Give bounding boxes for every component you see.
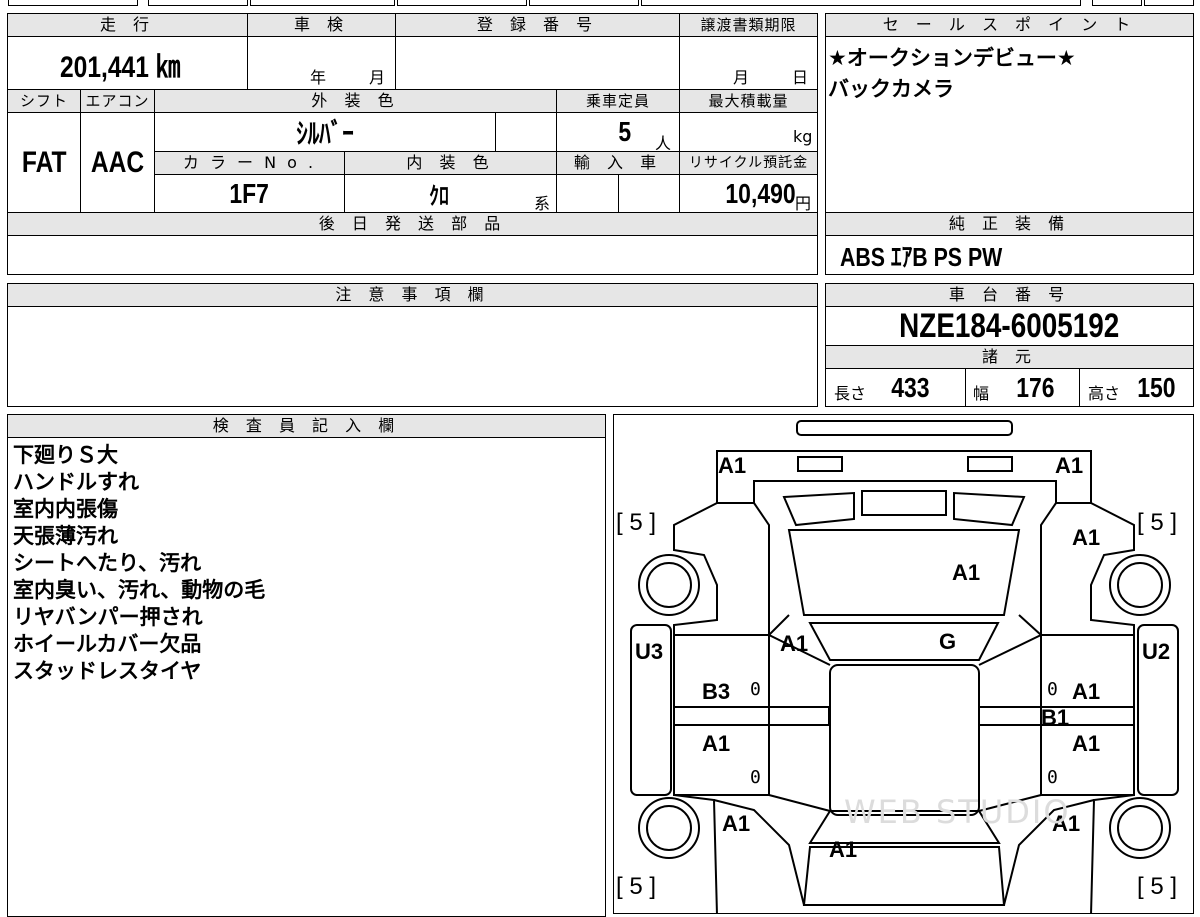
shift-header: シフト — [7, 89, 81, 113]
mark-quarter-left: A1 — [722, 811, 751, 836]
mileage-value: 201,441 ㎞ — [60, 51, 181, 84]
recycle-deposit-value: 10,490 — [725, 177, 796, 209]
door-handle-mark: 0 — [750, 679, 761, 700]
mark-sill-right: B1 — [1041, 705, 1070, 730]
inspector-line: ホイールカバー欠品 — [13, 632, 202, 656]
transfer-deadline-header: 譲渡書類期限 — [679, 13, 818, 37]
capacity-value: 5 — [618, 116, 632, 147]
tire-front-left: [ 5 ] — [616, 509, 657, 536]
height-label: 高さ — [1088, 384, 1121, 403]
car-outline — [630, 420, 1179, 913]
aircon-value: AAC — [90, 145, 145, 179]
inspector-line: ハンドルすれ — [13, 470, 139, 494]
height-value: 150 — [1136, 371, 1176, 403]
top-strip — [0, 0, 1200, 8]
color-number-header: カ ラ ー N o . — [154, 151, 345, 175]
inspector-line: シートへたり、汚れ — [13, 551, 202, 575]
inspector-line: 室内臭い、汚れ、動物の毛 — [13, 578, 266, 602]
inspector-header: 検 査 員 記 入 欄 — [7, 414, 606, 438]
length-label: 長さ — [834, 384, 867, 403]
mark-door-right-rear: A1 — [1072, 731, 1101, 756]
later-parts-body — [7, 235, 818, 275]
interior-color-header: 内 装 色 — [344, 151, 557, 175]
car-diagram-panel: [ 5 ] [ 5 ] [ 5 ] [ 5 ] A1 A1 A1 A1 G A1… — [613, 414, 1194, 914]
mark-windshield: G — [939, 629, 957, 654]
mark-rear: A1 — [829, 837, 858, 862]
sales-point-body: ★オークションデビュー★ バックカメラ — [825, 36, 1194, 213]
chassis-number-value: NZE184-6005192 — [899, 306, 1120, 345]
mark-fender-left-front: A1 — [780, 631, 809, 656]
equipment-value-cell: ABS ｴｱB PS PW — [825, 235, 1194, 275]
inspector-line: 室内内張傷 — [13, 497, 118, 521]
shaken-month-label: 月 — [369, 68, 386, 87]
later-parts-header: 後 日 発 送 部 品 — [7, 212, 818, 236]
import-header: 輸 入 車 — [556, 151, 680, 175]
mark-hood: A1 — [952, 560, 981, 585]
mileage-header: 走 行 — [7, 13, 248, 37]
watermark: WEB STUDIO — [844, 793, 1071, 831]
chassis-number-cell: NZE184-6005192 — [825, 306, 1194, 346]
recycle-deposit-header: リサイクル預託金 — [679, 151, 818, 175]
door-handle-mark: 0 — [1047, 679, 1058, 700]
interior-color-value: ｸﾛ — [429, 183, 449, 210]
mark-front-left: A1 — [718, 453, 747, 478]
width-label: 幅 — [973, 384, 990, 403]
specs-header: 諸 元 — [825, 345, 1194, 369]
sales-point-line: ★オークションデビュー★ — [828, 46, 1076, 70]
inspector-line: リヤバンパー押され — [13, 605, 203, 629]
shaken-year-label: 年 — [310, 68, 327, 87]
equipment-value: ABS ｴｱB PS PW — [840, 241, 1003, 272]
shift-value: FAT — [21, 145, 67, 179]
notes-header: 注 意 事 項 欄 — [7, 283, 818, 307]
capacity-header: 乗車定員 — [556, 89, 680, 113]
mark-front-right: A1 — [1055, 453, 1084, 478]
equipment-header: 純 正 装 備 — [825, 212, 1194, 236]
length-value: 433 — [890, 371, 930, 403]
door-handle-mark: 0 — [750, 767, 761, 788]
color-number-value: 1F7 — [229, 177, 270, 209]
mark-door-right-front: A1 — [1072, 679, 1101, 704]
inspector-line: 天張薄汚れ — [13, 524, 118, 548]
transfer-month-label: 月 — [733, 68, 750, 87]
max-load-header: 最大積載量 — [679, 89, 818, 113]
mark-door-left-rear: A1 — [702, 731, 731, 756]
tire-rear-right: [ 5 ] — [1137, 873, 1178, 900]
chassis-number-header: 車 台 番 号 — [825, 283, 1194, 307]
registration-header: 登 録 番 号 — [395, 13, 680, 37]
exterior-color-header: 外 装 色 — [154, 89, 557, 113]
recycle-deposit-unit: 円 — [795, 194, 812, 213]
mark-fender-right-front: A1 — [1072, 525, 1101, 550]
notes-body — [7, 306, 818, 407]
inspector-line: スタッドレスタイヤ — [13, 659, 202, 683]
sales-point-line: バックカメラ — [828, 77, 954, 101]
width-value: 176 — [1015, 371, 1055, 403]
door-handle-mark: 0 — [1047, 767, 1058, 788]
exterior-color-value: ｼﾙﾊﾞｰ — [296, 118, 354, 149]
inspector-line: 下廻りＳ大 — [13, 443, 118, 467]
aircon-header: エアコン — [80, 89, 155, 113]
mark-pillar-left: U3 — [635, 639, 664, 664]
max-load-unit: kg — [793, 127, 813, 146]
tire-front-right: [ 5 ] — [1137, 509, 1178, 536]
tire-rear-left: [ 5 ] — [616, 873, 657, 900]
mark-door-left-front: B3 — [702, 679, 731, 704]
shaken-header: 車 検 — [247, 13, 396, 37]
interior-color-suffix: 系 — [534, 194, 551, 213]
sales-point-header: セ ー ル ス ポ イ ン ト — [825, 13, 1194, 37]
mark-pillar-right: U2 — [1142, 639, 1171, 664]
inspector-body: 下廻りＳ大 ハンドルすれ 室内内張傷 天張薄汚れ シートへたり、汚れ 室内臭い、… — [7, 437, 606, 917]
transfer-day-label: 日 — [792, 68, 809, 87]
